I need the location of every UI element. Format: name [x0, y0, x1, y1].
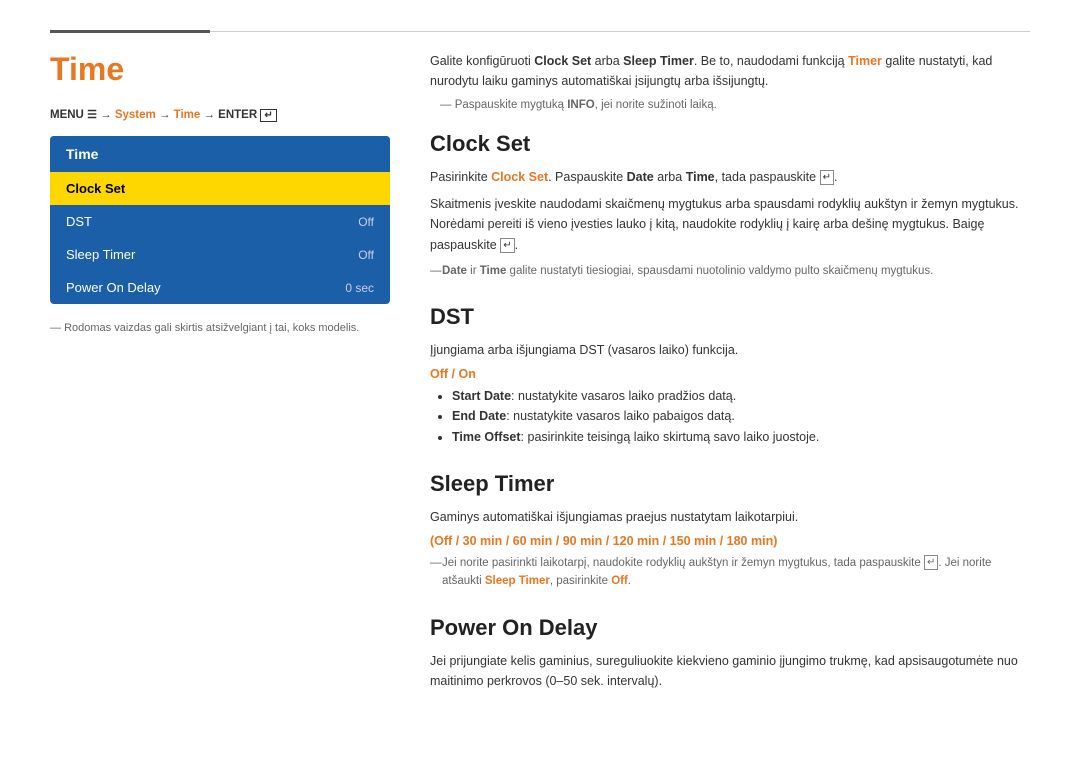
menu-item-power-on-delay-label: Power On Delay	[66, 280, 161, 295]
section-power-on-delay-title: Power On Delay	[430, 615, 1030, 641]
section-sleep-timer-options: (Off / 30 min / 60 min / 90 min / 120 mi…	[430, 534, 1030, 548]
section-sleep-timer-text1: Gaminys automatiškai išjungiamas praejus…	[430, 507, 1030, 528]
menu-path: MENU ☰ → System → Time → ENTER ↵	[50, 108, 390, 122]
section-dst-options: Off / On	[430, 367, 1030, 381]
section-dst-text1: Įjungiama arba išjungiama DST (vasaros l…	[430, 340, 1030, 361]
section-clock-set: Clock Set Pasirinkite Clock Set. Paspaus…	[430, 131, 1030, 280]
dst-bullet-offset: Time Offset: pasirinkite teisingą laiko …	[452, 427, 1030, 448]
section-clock-set-title: Clock Set	[430, 131, 1030, 157]
menu-box: Time Clock Set DST Off Sleep Timer Off P…	[50, 136, 390, 304]
menu-item-clock-set[interactable]: Clock Set	[50, 172, 390, 205]
section-sleep-timer: Sleep Timer Gaminys automatiškai išjungi…	[430, 471, 1030, 590]
section-dst: DST Įjungiama arba išjungiama DST (vasar…	[430, 304, 1030, 448]
main-layout: Time MENU ☰ → System → Time → ENTER ↵ Ti…	[50, 51, 1030, 716]
menu-item-power-on-delay[interactable]: Power On Delay 0 sec	[50, 271, 390, 304]
menu-item-dst-label: DST	[66, 214, 92, 229]
section-dst-bullets: Start Date: nustatykite vasaros laiko pr…	[430, 386, 1030, 448]
intro-text: Galite konfigūruoti Clock Set arba Sleep…	[430, 51, 1030, 91]
top-dividers	[50, 30, 1030, 33]
section-sleep-timer-note: Jei norite pasirinkti laikotarpį, naudok…	[430, 554, 1030, 591]
section-power-on-delay: Power On Delay Jei prijungiate kelis gam…	[430, 615, 1030, 692]
intro-note: Paspauskite mygtuką INFO, jei norite suž…	[430, 99, 1030, 111]
menu-item-sleep-timer-label: Sleep Timer	[66, 247, 135, 262]
menu-box-title: Time	[50, 136, 390, 172]
dst-bullet-start: Start Date: nustatykite vasaros laiko pr…	[452, 386, 1030, 407]
section-clock-set-text1: Pasirinkite Clock Set. Paspauskite Date …	[430, 167, 1030, 188]
menu-item-sleep-timer[interactable]: Sleep Timer Off	[50, 238, 390, 271]
divider-dark	[50, 30, 210, 33]
page-title: Time	[50, 51, 390, 88]
menu-item-sleep-timer-value: Off	[358, 248, 374, 262]
menu-item-dst[interactable]: DST Off	[50, 205, 390, 238]
section-dst-title: DST	[430, 304, 1030, 330]
section-sleep-timer-title: Sleep Timer	[430, 471, 1030, 497]
dst-bullet-end: End Date: nustatykite vasaros laiko paba…	[452, 406, 1030, 427]
section-clock-set-note: Date ir Time galite nustatyti tiesiogiai…	[430, 262, 1030, 280]
right-column: Galite konfigūruoti Clock Set arba Sleep…	[430, 51, 1030, 716]
left-note: Rodomas vaizdas gali skirtis atsižvelgia…	[50, 322, 390, 334]
menu-item-power-on-delay-value: 0 sec	[345, 281, 374, 295]
section-clock-set-text2: Skaitmenis įveskite naudodami skaičmenų …	[430, 194, 1030, 256]
divider-light	[210, 31, 1030, 32]
menu-item-clock-set-label: Clock Set	[66, 181, 125, 196]
menu-item-dst-value: Off	[358, 215, 374, 229]
section-power-on-delay-text1: Jei prijungiate kelis gaminius, sureguli…	[430, 651, 1030, 692]
left-column: Time MENU ☰ → System → Time → ENTER ↵ Ti…	[50, 51, 390, 716]
